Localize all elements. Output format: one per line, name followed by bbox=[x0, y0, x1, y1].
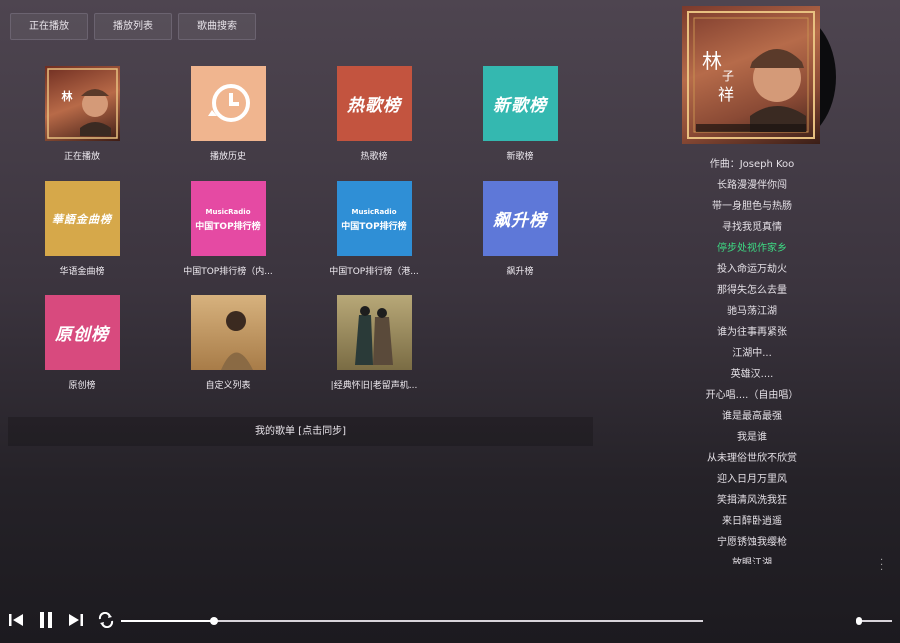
lyric-line: 作曲：Joseph Koo bbox=[709, 159, 795, 170]
category-cover[interactable] bbox=[336, 295, 412, 370]
lyric-line: 迎入日月万里风 bbox=[717, 474, 787, 485]
album-cover-art: 林 子 祥 bbox=[687, 11, 815, 139]
lyric-line: 投入命运万劫火 bbox=[717, 264, 787, 275]
cover-text: 原创榜 bbox=[55, 325, 109, 345]
album-artist-glyph-2: 子 bbox=[722, 69, 734, 83]
lyric-line: 江湖中... bbox=[732, 348, 772, 359]
category-cover[interactable]: 新歌榜 bbox=[482, 66, 558, 141]
lyric-line: 谁是最高最强 bbox=[722, 411, 782, 422]
now-playing-album: 林 子 祥 bbox=[682, 6, 842, 144]
progress-bar[interactable] bbox=[121, 617, 703, 625]
my-playlist-sync-button[interactable]: 我的歌单 [点击同步] bbox=[8, 417, 593, 446]
cover-text: 中国TOP排行榜 bbox=[195, 222, 261, 232]
category-card[interactable]: 華語金曲榜华语金曲榜 bbox=[22, 181, 142, 277]
category-label: 热歌榜 bbox=[360, 152, 388, 162]
category-card[interactable]: 新歌榜 新歌榜 bbox=[460, 66, 580, 162]
lyric-line: 那得失怎么去量 bbox=[717, 285, 787, 296]
category-label: 华语金曲榜 bbox=[59, 267, 105, 277]
lyrics-panel[interactable]: 作曲：Joseph Koo 长路漫漫伴你闯 带一身胆色与热肠 寻找我觅真情 停步处视作家… bbox=[672, 154, 832, 564]
cover-subtext: MusicRadio bbox=[205, 208, 251, 216]
category-label: 飙升榜 bbox=[506, 267, 534, 277]
history-clock-icon bbox=[207, 84, 250, 122]
lyric-line: 开心唱....（自由唱） bbox=[705, 390, 799, 401]
category-label: 自定义列表 bbox=[205, 381, 251, 391]
lyric-line: 宁愿锈蚀我缨枪 bbox=[717, 537, 787, 548]
lyric-line: 来日醉卧逍遥 bbox=[722, 516, 782, 527]
category-label: 正在播放 bbox=[63, 152, 100, 162]
category-label: 原创榜 bbox=[68, 381, 96, 391]
category-label: |经典怀旧|老留声机... bbox=[330, 381, 418, 391]
cover-subtext: MusicRadio bbox=[351, 208, 397, 216]
lyric-line: 寻找我觅真情 bbox=[722, 222, 782, 233]
category-label: 播放历史 bbox=[209, 152, 246, 162]
album-artist-glyph-3: 祥 bbox=[718, 85, 734, 104]
tab-bar: 正在播放 播放列表 歌曲搜索 bbox=[10, 13, 256, 40]
category-card[interactable]: MusicRadio 中国TOP排行榜中国TOP排行榜（港... bbox=[314, 181, 434, 277]
progress-fill bbox=[121, 620, 215, 622]
category-card[interactable]: 飙升榜 飙升榜 bbox=[460, 181, 580, 277]
category-card[interactable]: MusicRadio 中国TOP排行榜中国TOP排行榜（内... bbox=[168, 181, 288, 277]
playback-controls bbox=[6, 610, 116, 630]
album-cover[interactable]: 林 子 祥 bbox=[682, 6, 820, 144]
category-card[interactable]: 自定义列表 bbox=[168, 295, 288, 391]
prev-icon[interactable] bbox=[6, 610, 26, 630]
category-cover[interactable]: 華語金曲榜 bbox=[44, 181, 120, 256]
progress-knob[interactable] bbox=[210, 617, 219, 625]
category-card[interactable]: 播放历史 bbox=[168, 66, 288, 162]
lyric-line-current: 停步处视作家乡 bbox=[717, 243, 787, 254]
custom-list-thumbnail bbox=[220, 311, 253, 370]
lyric-line: 从未理俗世欣不欣赏 bbox=[707, 453, 797, 464]
next-icon[interactable] bbox=[66, 610, 86, 630]
category-card[interactable]: |经典怀旧|老留声机... bbox=[314, 295, 434, 391]
tab-now-playing[interactable]: 正在播放 bbox=[10, 13, 88, 40]
category-card[interactable]: 林正在播放 bbox=[22, 66, 142, 162]
tab-song-search[interactable]: 歌曲搜索 bbox=[178, 13, 256, 40]
category-cover[interactable]: 飙升榜 bbox=[482, 181, 558, 256]
lyric-line: 驰马荡江湖 bbox=[727, 306, 777, 317]
category-cover[interactable]: 林 bbox=[44, 66, 120, 141]
cover-text: 新歌榜 bbox=[493, 96, 547, 116]
pause-icon[interactable] bbox=[36, 610, 56, 630]
category-cover[interactable] bbox=[190, 66, 266, 141]
lyric-line: 放眼江湖 bbox=[732, 558, 772, 564]
album-artist-glyph-1: 林 bbox=[702, 49, 722, 73]
lyric-line: 长路漫漫伴你闯 bbox=[717, 180, 787, 191]
category-label: 中国TOP排行榜（内... bbox=[183, 267, 273, 277]
category-card[interactable]: 原创榜 原创榜 bbox=[22, 295, 142, 391]
volume-knob[interactable] bbox=[856, 617, 862, 625]
category-cover[interactable] bbox=[190, 295, 266, 370]
category-cover[interactable]: 原创榜 bbox=[44, 295, 120, 370]
repeat-icon[interactable] bbox=[96, 610, 116, 630]
lyric-line: 谁为往事再紧张 bbox=[717, 327, 787, 338]
category-cover[interactable]: 热歌榜 bbox=[336, 66, 412, 141]
cover-text: 林 bbox=[61, 90, 73, 103]
lyric-line: 我是谁 bbox=[737, 432, 767, 443]
category-cover[interactable]: MusicRadio 中国TOP排行榜 bbox=[336, 181, 412, 256]
volume-slider[interactable] bbox=[856, 617, 892, 625]
category-label: 中国TOP排行榜（港... bbox=[329, 267, 419, 277]
tab-playlist[interactable]: 播放列表 bbox=[94, 13, 172, 40]
lyric-line: 笑揖清风洗我狂 bbox=[717, 495, 787, 506]
category-label: 新歌榜 bbox=[506, 152, 534, 162]
cover-text: 热歌榜 bbox=[347, 96, 401, 116]
cover-text: 飙升榜 bbox=[493, 211, 547, 231]
category-cover[interactable]: MusicRadio 中国TOP排行榜 bbox=[190, 181, 266, 256]
cover-text: 中国TOP排行榜 bbox=[341, 222, 407, 232]
classic-list-thumbnail bbox=[354, 306, 393, 365]
category-card[interactable]: 热歌榜 热歌榜 bbox=[314, 66, 434, 162]
lyric-line: 带一身胆色与热肠 bbox=[712, 201, 792, 212]
cover-text: 華語金曲榜 bbox=[52, 212, 112, 226]
more-options-icon[interactable]: · · · bbox=[880, 556, 883, 576]
lyric-line: 英雄汉.... bbox=[730, 369, 774, 380]
